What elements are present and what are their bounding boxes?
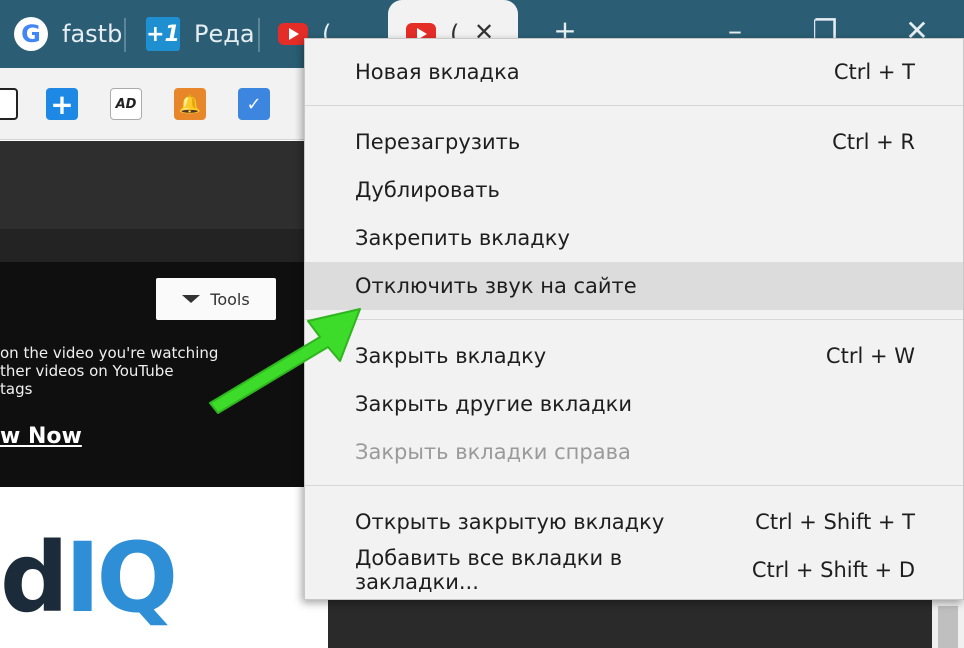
green-arrow-icon [209, 308, 361, 414]
scrollbar-thumb[interactable] [938, 606, 958, 648]
bookmark-ad-icon[interactable]: AD [110, 88, 142, 120]
menu-item-shortcut: Ctrl + Shift + D [751, 558, 915, 582]
logo: dIQ [0, 530, 178, 626]
menu-item-close-tab[interactable]: Закрыть вкладку Ctrl + W [305, 332, 963, 380]
menu-item-reload[interactable]: Перезагрузить Ctrl + R [305, 118, 963, 166]
menu-item-shortcut: Ctrl + W [825, 344, 915, 368]
menu-item-reopen-closed-tab[interactable]: Открыть закрытую вкладку Ctrl + Shift + … [305, 498, 963, 546]
tab-editor[interactable]: +1 Реда [146, 0, 255, 68]
page-text-line: tags [0, 380, 33, 398]
menu-item-new-tab[interactable]: Новая вкладка Ctrl + T [305, 48, 963, 96]
tab-separator [258, 18, 260, 52]
menu-item-label: Отключить звук на сайте [355, 274, 637, 298]
menu-item-label: Закрыть вкладки справа [355, 440, 631, 464]
menu-item-shortcut: Ctrl + R [832, 130, 915, 154]
bookmark-check-icon[interactable]: ✓ [238, 88, 270, 120]
menu-item-label: Добавить все вкладки в закладки... [355, 546, 623, 594]
menu-item-label: Закрыть другие вкладки [355, 392, 632, 416]
page-text-line: on the video you're watching [0, 344, 219, 362]
page-text-line: ther videos on YouTube [0, 362, 174, 380]
bookmark-window-icon[interactable] [0, 88, 18, 120]
menu-separator [305, 105, 963, 106]
page-lower-panel [328, 600, 932, 648]
menu-item-mute-site[interactable]: Отключить звук на сайте [305, 262, 963, 310]
logo-d: d [0, 522, 69, 634]
tab-label: fastb [62, 20, 123, 48]
bookmark-plus-icon[interactable]: + [46, 88, 78, 121]
menu-item-label: Перезагрузить [355, 130, 521, 154]
tab-label: Реда [194, 20, 255, 48]
tab-separator [124, 18, 126, 52]
bookmark-bell-icon[interactable]: 🔔 [174, 88, 206, 120]
tab-google[interactable]: G fastb [14, 0, 122, 68]
caret-down-icon [182, 295, 201, 303]
plus-one-icon: +1 [146, 17, 180, 51]
menu-separator [305, 319, 963, 320]
menu-item-shortcut: Ctrl + T [833, 60, 915, 84]
watch-now-link[interactable]: w Now [0, 424, 82, 449]
logo-iq: IQ [64, 522, 178, 634]
menu-item-pin-tab[interactable]: Закрепить вкладку [305, 214, 963, 262]
menu-item-shortcut: Ctrl + Shift + T [755, 510, 915, 534]
tab-context-menu: Новая вкладка Ctrl + T Перезагрузить Ctr… [304, 38, 964, 600]
menu-item-label: Закрепить вкладку [355, 226, 570, 250]
menu-item-duplicate[interactable]: Дублировать [305, 166, 963, 214]
menu-item-close-tabs-right: Закрыть вкладки справа [305, 428, 963, 476]
google-icon: G [14, 17, 48, 51]
menu-item-close-other-tabs[interactable]: Закрыть другие вкладки [305, 380, 963, 428]
menu-item-label: Закрыть вкладку [355, 344, 547, 368]
menu-item-bookmark-all-tabs[interactable]: Добавить все вкладки в закладки... Ctrl … [305, 546, 963, 594]
menu-item-label: Дублировать [355, 178, 500, 202]
menu-item-label: Новая вкладка [355, 60, 520, 84]
menu-separator [305, 485, 963, 486]
menu-item-label: Открыть закрытую вкладку [355, 510, 665, 534]
